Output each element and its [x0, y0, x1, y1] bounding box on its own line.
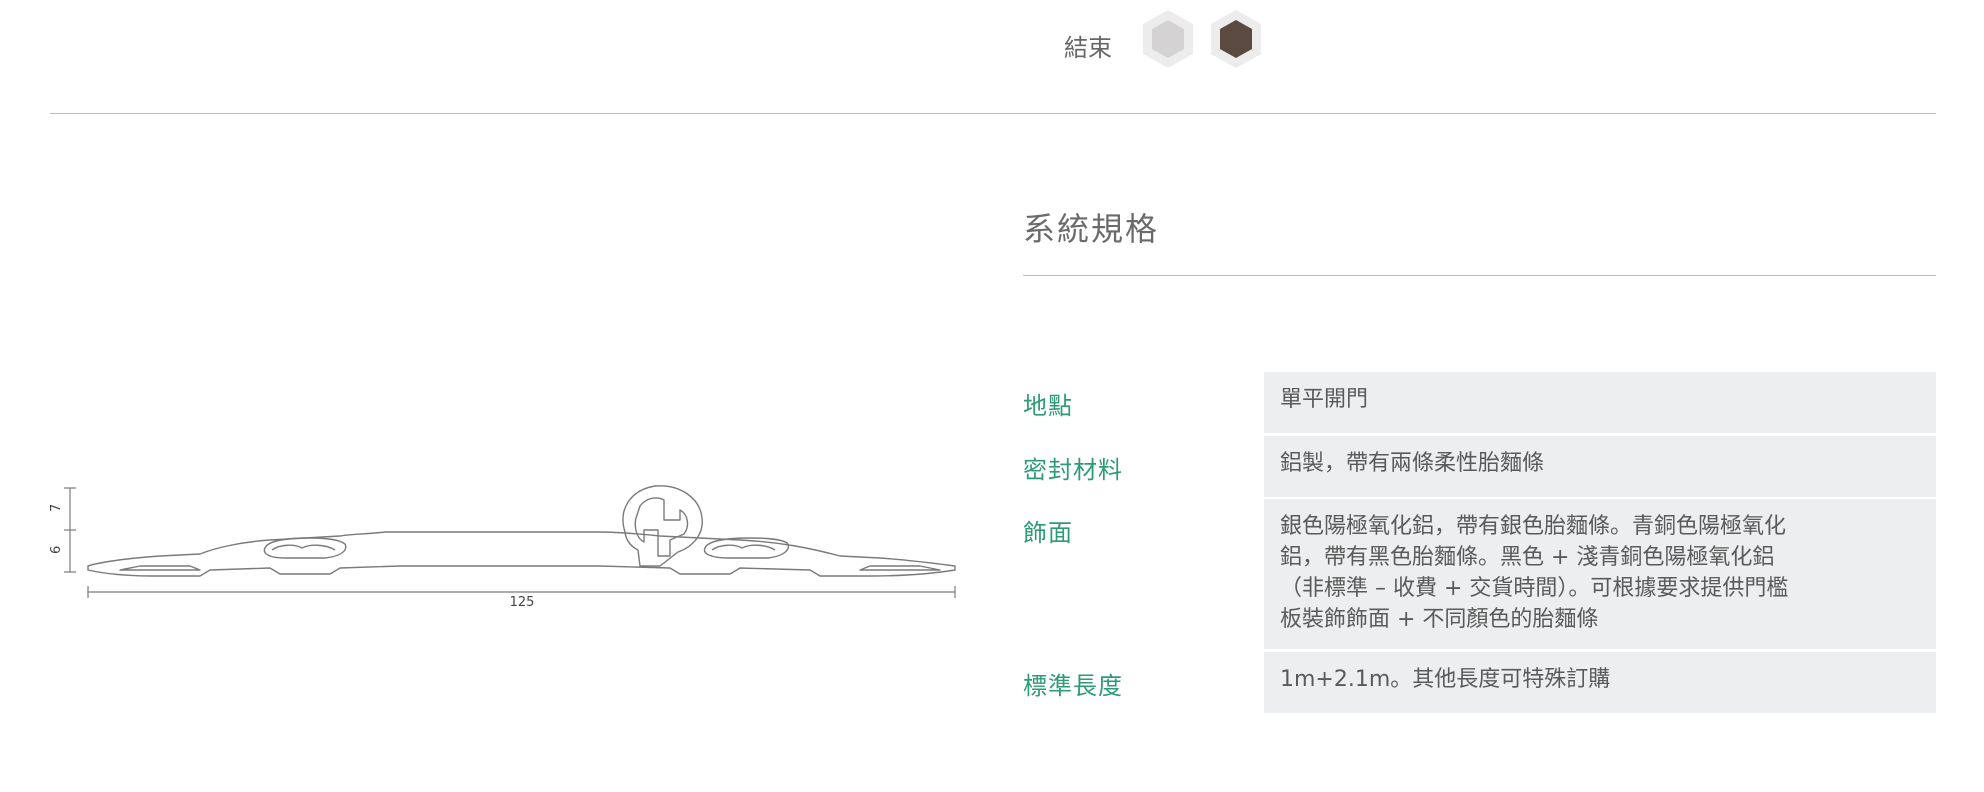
spec-value-line: 鋁，帶有黑色胎麵條。黑色 + 淺青銅色陽極氧化鋁: [1280, 545, 1775, 570]
spec-label: 標準長度: [1023, 672, 1123, 700]
dim-label-6: 6: [49, 546, 64, 554]
spec-row-finish: 飾面 銀色陽極氧化鋁，帶有銀色胎麵條。青銅色陽極氧化 鋁，帶有黑色胎麵條。黑色 …: [1023, 499, 1936, 649]
spec-label: 地點: [1023, 392, 1073, 420]
spec-label: 密封材料: [1023, 456, 1123, 484]
spec-value: 鋁製，帶有兩條柔性胎麵條: [1264, 436, 1936, 497]
spec-value: 銀色陽極氧化鋁，帶有銀色胎麵條。青銅色陽極氧化 鋁，帶有黑色胎麵條。黑色 + 淺…: [1264, 499, 1936, 649]
finish-swatch-silver[interactable]: [1140, 8, 1196, 70]
spec-row-seal-material: 密封材料 鋁製，帶有兩條柔性胎麵條: [1023, 436, 1936, 497]
spec-label: 飾面: [1023, 519, 1073, 547]
section-title: 系統規格: [1023, 210, 1160, 248]
spec-value: 1m+2.1m。其他長度可特殊訂購: [1264, 652, 1936, 713]
spec-row-standard-length: 標準長度 1m+2.1m。其他長度可特殊訂購: [1023, 652, 1936, 713]
dim-label-125: 125: [510, 595, 535, 610]
section-divider: [1023, 275, 1936, 276]
profile-drawing: 7 6 125: [40, 470, 980, 620]
dim-label-7: 7: [49, 504, 64, 512]
spec-value-line: 板裝飾飾面 + 不同顏色的胎麵條: [1280, 607, 1599, 632]
spec-value-line: （非標準 – 收費 + 交貨時間）。可根據要求提供門檻: [1280, 576, 1789, 601]
spec-value-line: 銀色陽極氧化鋁，帶有銀色胎麵條。青銅色陽極氧化: [1280, 514, 1787, 539]
finish-label: 結束: [1064, 34, 1112, 62]
spec-row-location: 地點 單平開門: [1023, 372, 1936, 433]
divider-top: [50, 113, 1936, 114]
finish-swatch-bronze[interactable]: [1208, 8, 1264, 70]
spec-value: 單平開門: [1264, 372, 1936, 433]
